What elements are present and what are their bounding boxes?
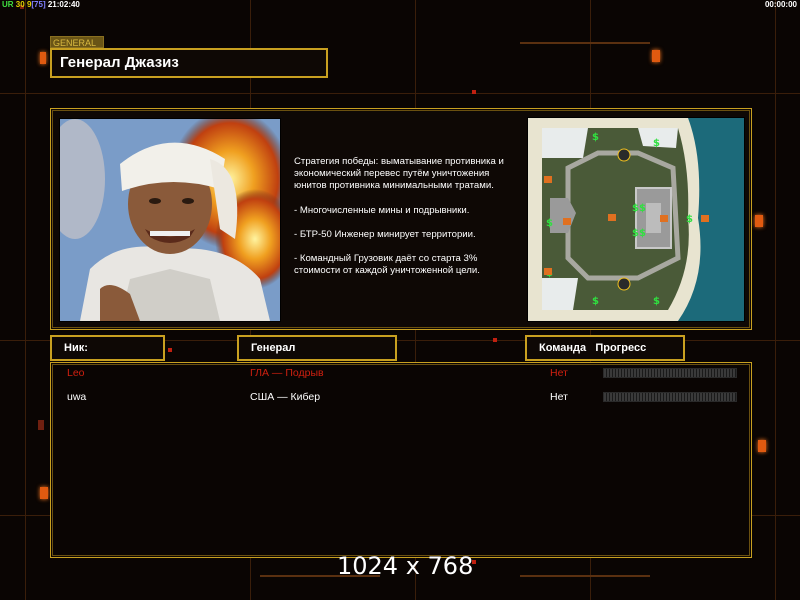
bg-circuit-line <box>775 0 776 600</box>
general-title: Генерал Джазиз <box>50 48 328 78</box>
description-line: - Командный Грузовик даёт со старта 3% с… <box>294 253 480 277</box>
ur-value-3: [75] <box>31 0 46 9</box>
bg-dot <box>168 348 172 352</box>
section-tag: GENERAL <box>50 36 104 48</box>
bg-glow-light <box>758 440 766 452</box>
bg-circuit-line <box>520 42 650 44</box>
portrait-image <box>60 119 280 321</box>
column-progress: Прогресс <box>595 342 647 354</box>
svg-text:$: $ <box>653 296 660 307</box>
player-progress-bar <box>603 392 737 402</box>
column-nick: Ник: <box>50 335 165 361</box>
status-left: UR 30 9[75] 21:02:40 <box>2 0 80 10</box>
bg-dot <box>472 90 476 94</box>
player-nick: Leo <box>67 367 85 379</box>
svg-text:$: $ <box>592 296 599 307</box>
player-general: ГЛА — Подрыв <box>250 367 324 379</box>
svg-text:$: $ <box>592 132 599 143</box>
svg-text:$$: $$ <box>632 228 646 239</box>
minimap-image: $ $ $$ $$ $ $ $ $ $ <box>528 118 744 321</box>
bg-glow-light <box>755 215 763 227</box>
column-team-progress: Команда Прогресс <box>525 335 685 361</box>
column-team: Команда <box>539 342 587 354</box>
resolution-label: 1024 x 768 <box>337 552 474 580</box>
description-line: - БТР-50 Инженер минирует территории. <box>294 228 476 240</box>
player-team: Нет <box>550 391 568 403</box>
clock: 21:02:40 <box>47 0 80 9</box>
svg-text:$$: $$ <box>632 203 646 214</box>
bg-circuit-line <box>520 575 650 577</box>
game-timer: 00:00:00 <box>764 0 797 9</box>
svg-text:$: $ <box>686 214 693 225</box>
status-bar: UR 30 9[75] 21:02:40 00:00:00 <box>0 0 800 10</box>
ur-label: UR <box>2 0 14 9</box>
svg-text:$: $ <box>653 138 660 149</box>
bg-glow-light <box>40 52 46 64</box>
bg-dot <box>493 338 497 342</box>
bg-glow-light <box>40 487 48 499</box>
player-team: Нет <box>550 367 568 379</box>
column-general: Генерал <box>237 335 397 361</box>
general-portrait <box>59 118 281 322</box>
bg-circuit-line <box>25 0 26 600</box>
player-nick: uwa <box>67 391 87 403</box>
general-description: Стратегия победы: выматывание противника… <box>294 156 520 289</box>
minimap[interactable]: $ $ $$ $$ $ $ $ $ $ <box>527 117 745 322</box>
description-line: Стратегия победы: выматывание противника… <box>294 156 504 192</box>
player-progress-bar <box>603 368 737 378</box>
bg-glow-light <box>38 420 44 430</box>
svg-text:$: $ <box>546 218 553 229</box>
description-line: - Многочисленные мины и подрывники. <box>294 204 470 216</box>
player-general: США — Кибер <box>250 391 321 403</box>
bg-circuit-line <box>0 93 800 94</box>
ur-value-1: 30 <box>15 0 25 9</box>
bg-glow-light <box>652 50 660 62</box>
